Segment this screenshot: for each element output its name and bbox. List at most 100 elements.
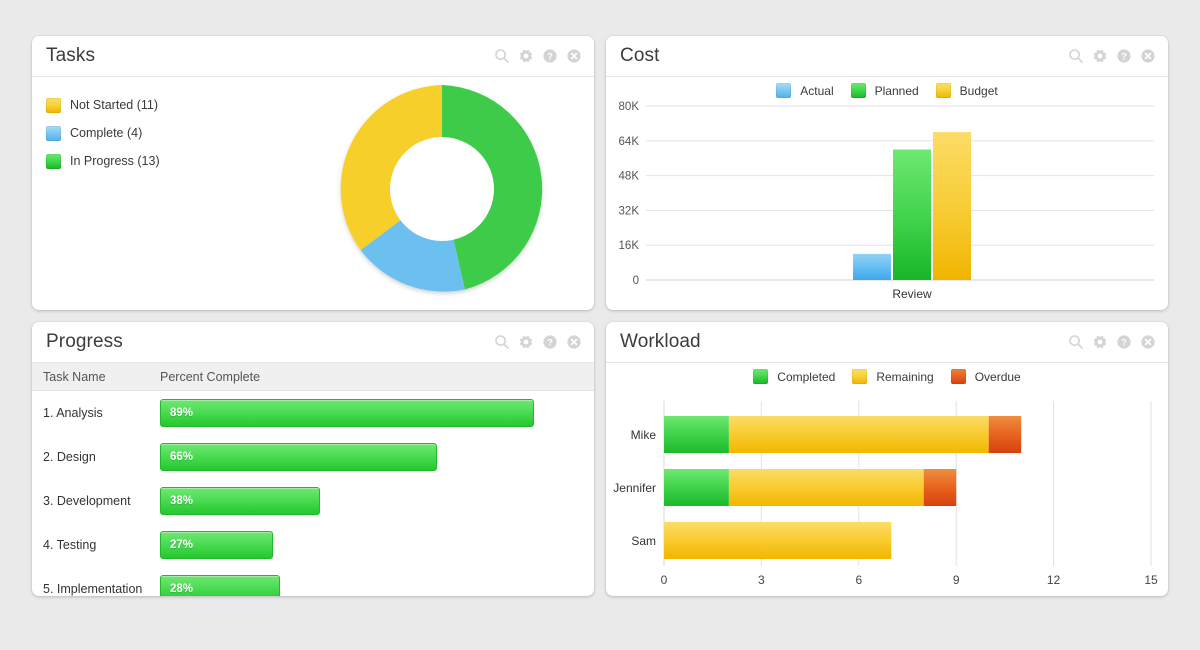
progress-bar-cell: 66% xyxy=(160,443,594,471)
legend-label: Complete (4) xyxy=(70,126,142,140)
tasks-donut-chart xyxy=(307,79,577,309)
progress-bar-cell: 38% xyxy=(160,487,594,515)
progress-bar: 38% xyxy=(160,487,320,515)
panel-icons-tasks: ? xyxy=(494,48,582,64)
table-row[interactable]: 3. Development 38% xyxy=(32,479,594,523)
gear-icon[interactable] xyxy=(518,334,534,350)
progress-value: 38% xyxy=(170,495,193,507)
close-icon[interactable] xyxy=(1140,48,1156,64)
legend-swatch-complete xyxy=(46,126,61,141)
segment-remaining xyxy=(729,469,924,506)
axis-tick-label: 80K xyxy=(619,101,640,113)
axis-tick-label: 15 xyxy=(1144,573,1158,587)
panel-body-progress: Task Name Percent Complete 1. Analysis 8… xyxy=(32,363,594,595)
search-icon[interactable] xyxy=(1068,48,1084,64)
axis-tick-label: 48K xyxy=(619,171,640,183)
bar-budget xyxy=(933,132,971,280)
segment-overdue xyxy=(924,469,957,506)
table-row[interactable]: 4. Testing 27% xyxy=(32,523,594,567)
table-row[interactable]: 1. Analysis 89% xyxy=(32,391,594,435)
legend-item[interactable]: Complete (4) xyxy=(46,119,160,147)
panel-header-workload: Workload ? xyxy=(606,322,1168,363)
segment-completed xyxy=(664,469,729,506)
panel-cost: Cost ? Actual Planned Bud xyxy=(606,36,1168,310)
legend-item[interactable]: In Progress (13) xyxy=(46,147,160,175)
axis-tick-label: 9 xyxy=(953,573,960,587)
task-name: 1. Analysis xyxy=(32,406,160,420)
panel-header-cost: Cost ? xyxy=(606,36,1168,77)
panel-body-tasks: Not Started (11) Complete (4) In Progres… xyxy=(32,77,594,309)
close-icon[interactable] xyxy=(566,334,582,350)
axis-tick-label: 6 xyxy=(855,573,862,587)
close-icon[interactable] xyxy=(566,48,582,64)
progress-value: 27% xyxy=(170,539,193,551)
segment-remaining xyxy=(664,522,891,559)
search-icon[interactable] xyxy=(494,334,510,350)
workload-bar-jennifer xyxy=(664,469,956,506)
panel-title-workload: Workload xyxy=(620,331,701,353)
progress-bar-cell: 27% xyxy=(160,531,594,559)
axis-tick-label: 0 xyxy=(661,573,668,587)
help-icon[interactable]: ? xyxy=(542,334,558,350)
progress-bar: 89% xyxy=(160,399,534,427)
segment-remaining xyxy=(729,416,989,453)
category-label-sam: Sam xyxy=(631,534,656,548)
task-name: 2. Design xyxy=(32,450,160,464)
panel-progress: Progress ? Task Name Percent Complete 1.… xyxy=(32,322,594,596)
column-header-task-name: Task Name xyxy=(32,370,160,384)
gear-icon[interactable] xyxy=(518,48,534,64)
bar-planned xyxy=(893,150,931,281)
close-icon[interactable] xyxy=(1140,334,1156,350)
search-icon[interactable] xyxy=(494,48,510,64)
gear-icon[interactable] xyxy=(1092,334,1108,350)
axis-tick-label: 12 xyxy=(1047,573,1061,587)
panel-title-cost: Cost xyxy=(620,45,659,67)
panel-title-tasks: Tasks xyxy=(46,45,95,67)
cost-y-axis-labels: 80K 64K 48K 32K 16K 0 xyxy=(619,101,640,287)
panel-header-progress: Progress ? xyxy=(32,322,594,363)
progress-value: 66% xyxy=(170,451,193,463)
panel-icons-progress: ? xyxy=(494,334,582,350)
task-name: 4. Testing xyxy=(32,538,160,552)
dashboard: Tasks ? Not Started (11) Complete (4) xyxy=(0,0,1200,650)
help-icon[interactable]: ? xyxy=(1116,334,1132,350)
legend-item[interactable]: Not Started (11) xyxy=(46,91,160,119)
panel-body-workload: Completed Remaining Overdue xyxy=(606,363,1168,595)
cost-bar-chart: 80K 64K 48K 32K 16K 0 Review xyxy=(606,77,1168,309)
gear-icon[interactable] xyxy=(1092,48,1108,64)
progress-bar: 28% xyxy=(160,575,280,596)
panel-workload: Workload ? Completed Remaining xyxy=(606,322,1168,596)
panel-icons-cost: ? xyxy=(1068,48,1156,64)
search-icon[interactable] xyxy=(1068,334,1084,350)
category-label-jennifer: Jennifer xyxy=(613,481,656,495)
panel-title-progress: Progress xyxy=(46,331,123,353)
svg-text:?: ? xyxy=(547,338,553,349)
help-icon[interactable]: ? xyxy=(1116,48,1132,64)
workload-bar-chart: Mike Jennifer Sam 0 3 6 9 xyxy=(606,363,1168,595)
legend-label: Not Started (11) xyxy=(70,98,158,112)
tasks-legend: Not Started (11) Complete (4) In Progres… xyxy=(46,91,160,175)
table-row[interactable]: 2. Design 66% xyxy=(32,435,594,479)
cost-bars xyxy=(853,132,971,280)
task-name: 5. Implementation xyxy=(32,582,160,596)
progress-value: 28% xyxy=(170,583,193,595)
svg-text:?: ? xyxy=(1121,338,1127,349)
panel-tasks: Tasks ? Not Started (11) Complete (4) xyxy=(32,36,594,310)
panel-body-cost: Actual Planned Budget xyxy=(606,77,1168,309)
panel-icons-workload: ? xyxy=(1068,334,1156,350)
legend-swatch-not-started xyxy=(46,98,61,113)
help-icon[interactable]: ? xyxy=(542,48,558,64)
axis-tick-label: 3 xyxy=(758,573,765,587)
svg-text:?: ? xyxy=(1121,52,1127,63)
progress-bar-cell: 89% xyxy=(160,399,594,427)
table-row[interactable]: 5. Implementation 28% xyxy=(32,567,594,596)
svg-text:?: ? xyxy=(547,52,553,63)
workload-bar-mike xyxy=(664,416,1021,453)
axis-tick-label: 32K xyxy=(619,205,640,217)
axis-tick-label: 0 xyxy=(633,275,639,287)
segment-overdue xyxy=(989,416,1022,453)
bar-actual xyxy=(853,254,891,280)
progress-bar: 27% xyxy=(160,531,273,559)
workload-bar-sam xyxy=(664,522,891,559)
segment-completed xyxy=(664,416,729,453)
